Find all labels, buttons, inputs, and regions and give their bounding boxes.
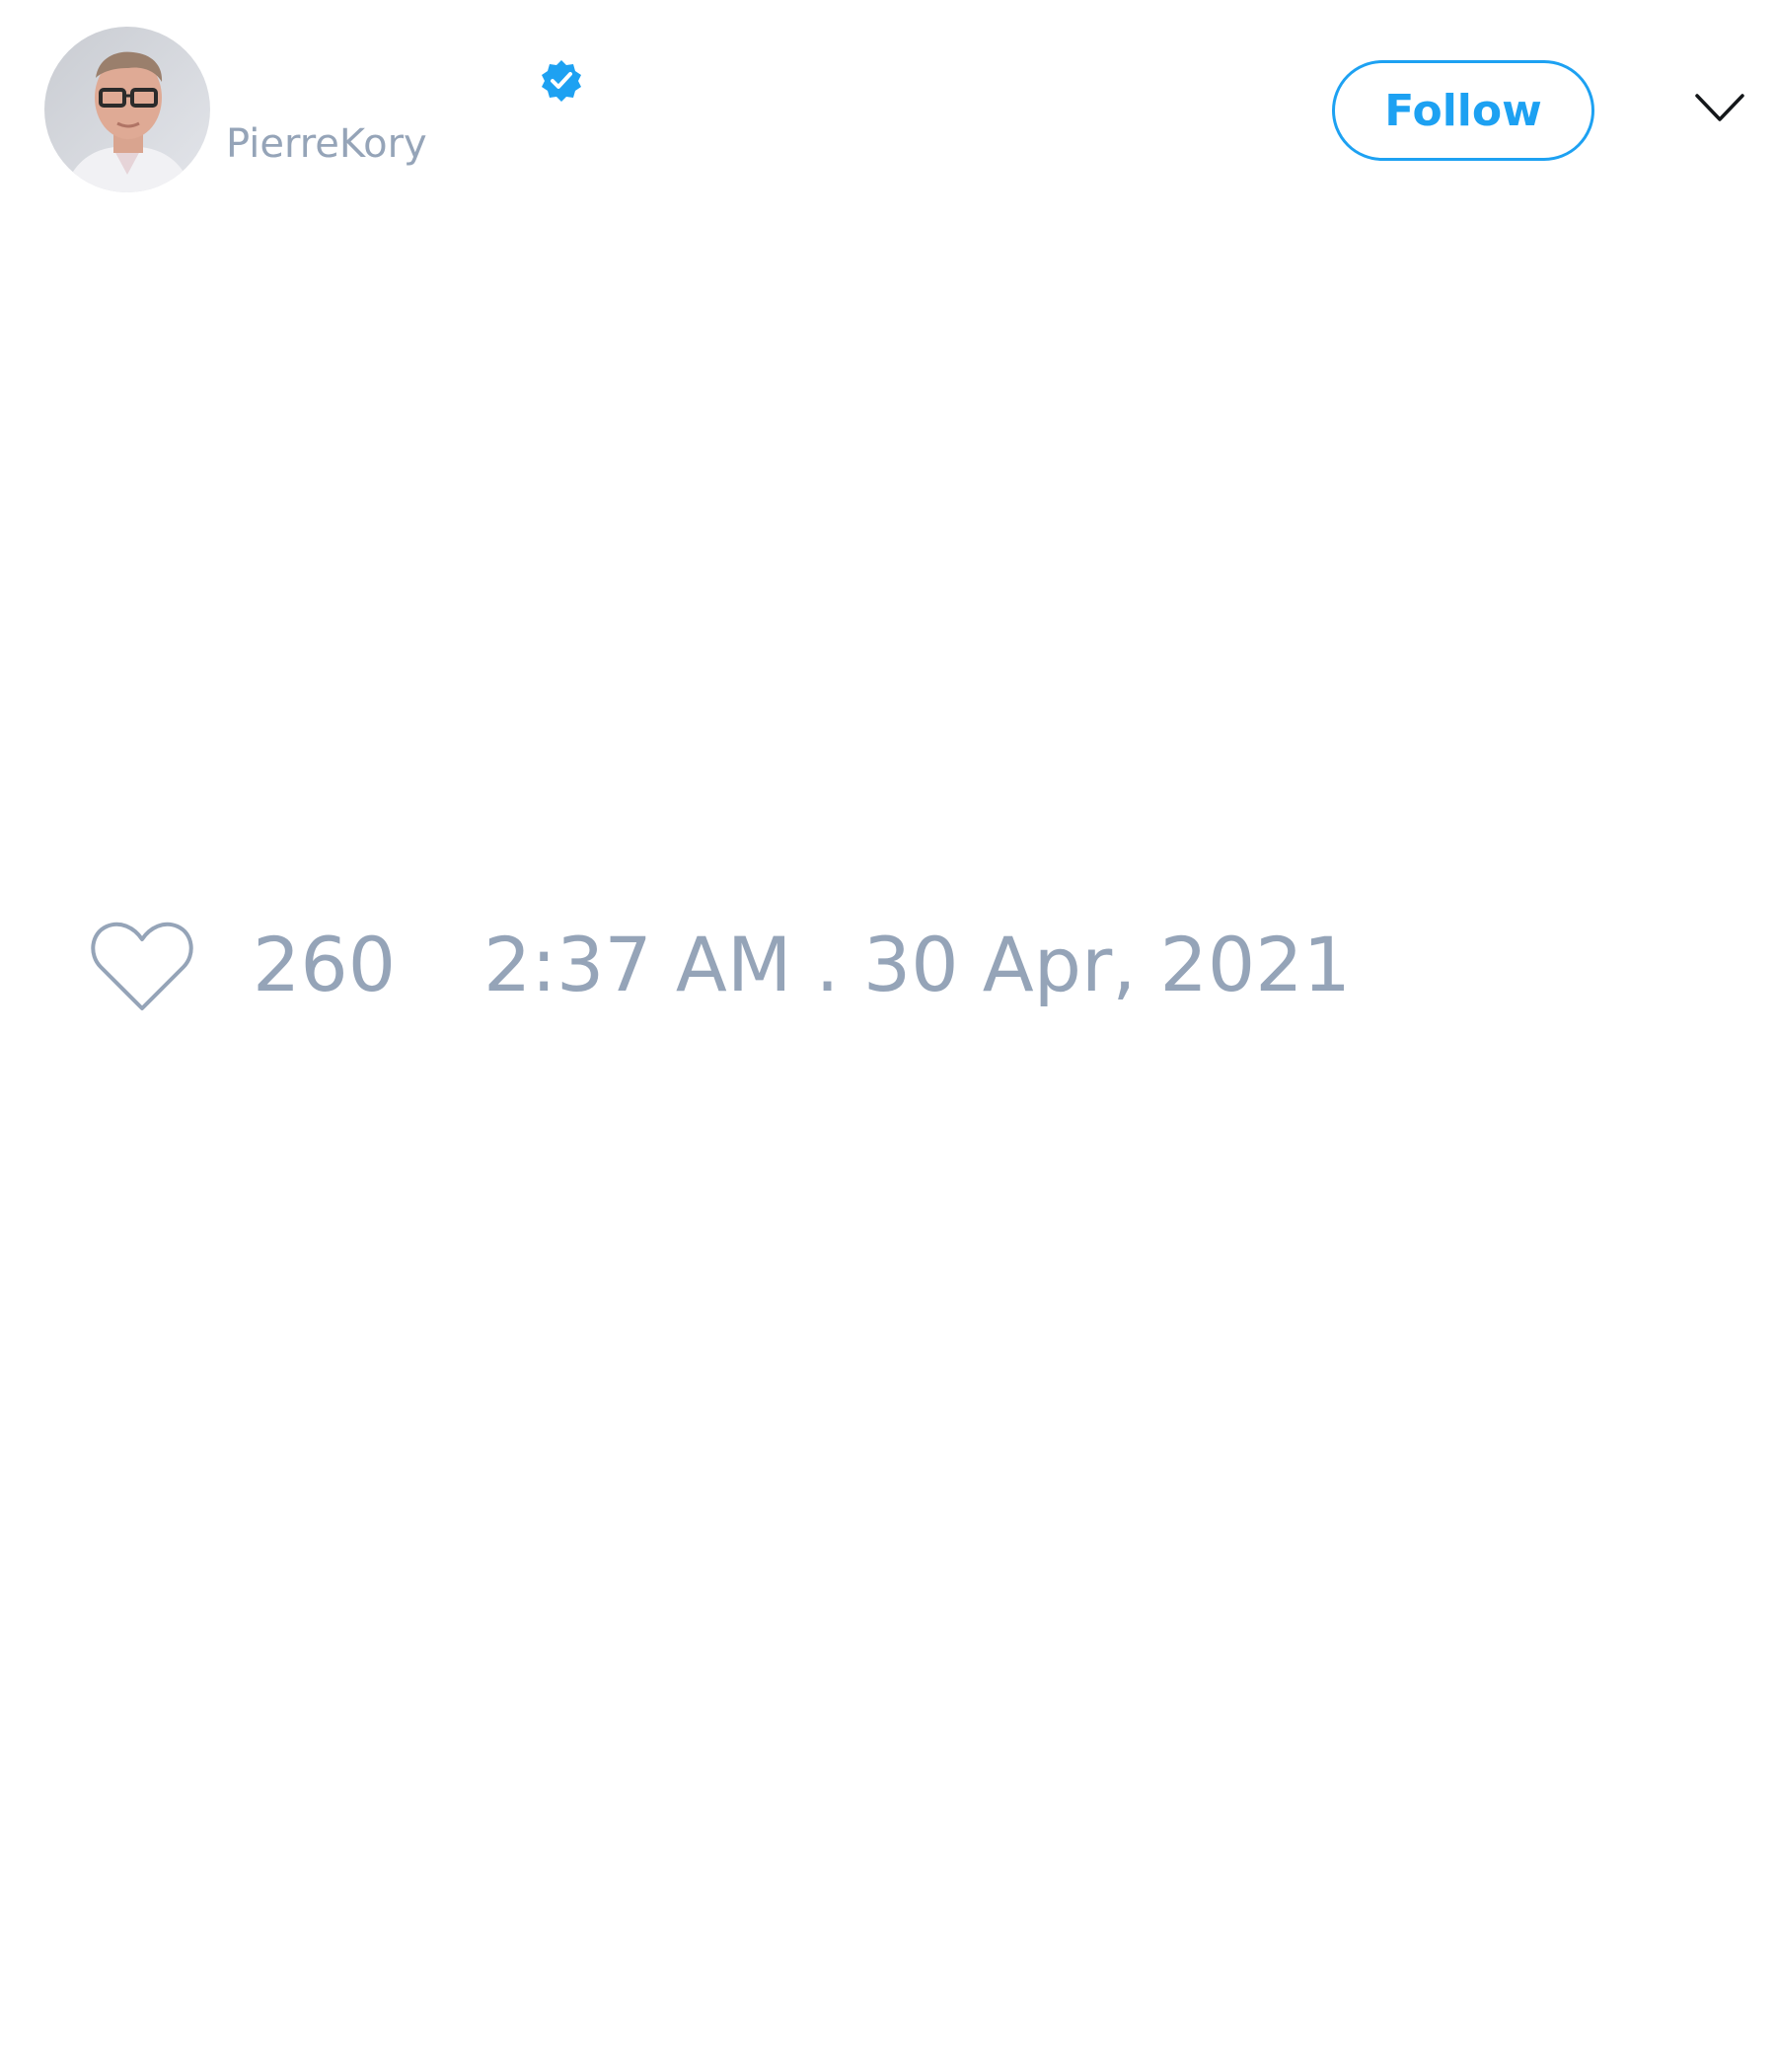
like-count: 260 — [253, 921, 397, 1008]
avatar-photo — [44, 27, 210, 192]
chevron-down-icon[interactable] — [1694, 91, 1745, 124]
avatar[interactable] — [44, 27, 210, 192]
tweet-timestamp[interactable]: 2:37 AM . 30 Apr, 2021 — [483, 927, 1351, 1002]
follow-button[interactable]: Follow — [1332, 60, 1594, 161]
verified-badge-icon — [539, 58, 584, 104]
heart-icon[interactable] — [89, 920, 195, 1014]
user-handle[interactable]: PierreKory — [226, 124, 427, 164]
